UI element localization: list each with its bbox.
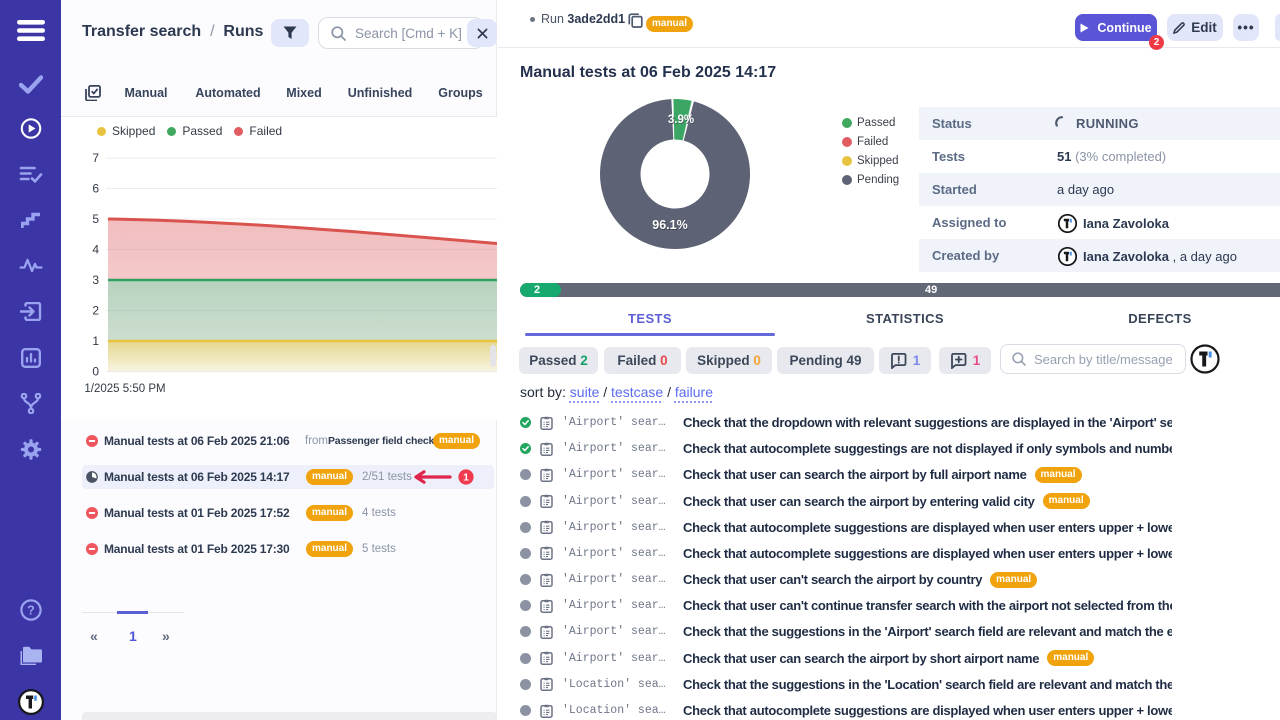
- svg-text:5: 5: [92, 212, 99, 226]
- svg-text:1: 1: [463, 472, 469, 484]
- svg-text:6: 6: [92, 182, 99, 196]
- svg-text:3.9%: 3.9%: [668, 114, 694, 126]
- svg-text:1: 1: [92, 334, 99, 348]
- svg-text:4: 4: [92, 243, 99, 257]
- svg-text:?: ?: [27, 603, 35, 617]
- svg-text:0: 0: [92, 365, 99, 379]
- svg-text:3: 3: [92, 273, 99, 287]
- svg-text:96.1%: 96.1%: [652, 218, 687, 232]
- svg-text:2: 2: [92, 304, 99, 318]
- svg-text:7: 7: [92, 151, 99, 165]
